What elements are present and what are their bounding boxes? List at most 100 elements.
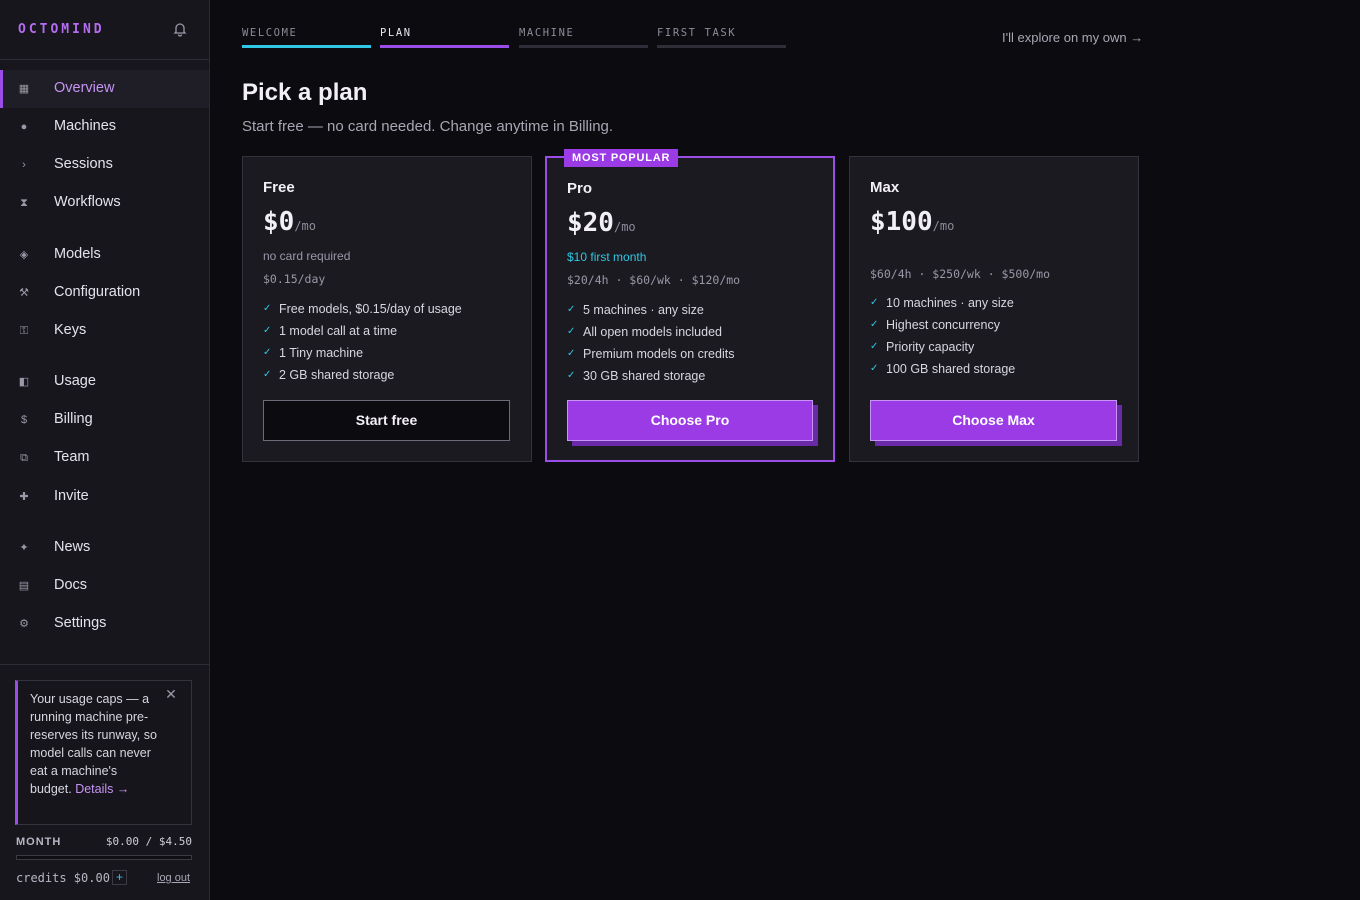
team-icon: ⧉ [20,452,28,464]
sidebar-item-label: Workflows [54,194,121,210]
add-credits-button[interactable]: + [112,870,127,885]
feature-item: ✓ 1 model call at a time [263,320,462,342]
check-icon: ✓ [263,347,272,358]
most-popular-badge: MOST POPULAR [564,149,679,167]
credits-balance: credits $0.00 [16,871,110,885]
notice-text: Your usage caps — a running machine pre-… [30,690,158,798]
bell-icon[interactable] [172,21,188,37]
feature-text: 2 GB shared storage [279,368,395,382]
page-title: Pick a plan [242,79,368,106]
notice-details-link[interactable]: Details → [75,782,129,796]
feature-item: ✓ Priority capacity [870,336,1015,358]
feature-item: ✓ Premium models on credits [567,343,734,365]
dollar-icon: $ [20,414,28,426]
step-progress-bar [519,45,648,48]
step-plan[interactable]: PLAN [380,27,509,51]
diamond-icon: ◈ [19,249,29,261]
sidebar-item-label: Keys [54,322,87,338]
notice-body: Your usage caps — a running machine pre-… [30,692,157,796]
step-label: MACHINE [519,27,575,39]
key-icon: ⚿ [19,325,29,337]
plan-card-pro: MOST POPULAR Pro $20/mo $10 first month … [545,149,835,462]
feature-item: ✓ 2 GB shared storage [263,364,462,386]
month-label: MONTH [16,836,62,848]
chevron-right-icon: › [22,159,26,171]
plan-note: no card required [263,249,351,263]
plan-name: Pro [567,180,593,197]
check-icon: ✓ [567,304,576,315]
price-amount: $20 [567,208,614,238]
feature-text: 30 GB shared storage [583,369,706,383]
sidebar-item-sessions[interactable]: › Sessions [0,146,209,184]
sidebar-item-team[interactable]: ⧉ Team [0,439,209,477]
feature-text: 10 machines · any size [886,296,1014,310]
start-free-button[interactable]: Start free [263,400,510,441]
logo: OCTOMIND [18,22,105,37]
step-progress-bar [242,45,371,48]
feature-item: ✓ 5 machines · any size [567,299,734,321]
plan-price: $0/mo [263,207,316,237]
sidebar: OCTOMIND ▦ Overview ● Machines › Session… [0,0,210,900]
sidebar-item-settings[interactable]: ⚙ Settings [0,605,209,643]
sidebar-item-keys[interactable]: ⚿ Keys [0,312,209,350]
feature-list: ✓ Free models, $0.15/day of usage ✓ 1 mode… [263,298,462,386]
check-icon: ✓ [567,370,576,381]
month-spend-bar [16,855,192,860]
feature-text: Premium models on credits [583,347,735,361]
feature-text: 1 model call at a time [279,324,398,338]
tools-icon: ⚒ [19,287,29,299]
feature-text: All open models included [583,325,722,339]
logout-link[interactable]: log out [157,872,190,884]
step-welcome[interactable]: WELCOME [242,27,371,51]
step-label: WELCOME [242,27,298,39]
step-progress-bar [657,45,786,48]
sidebar-item-label: Settings [54,615,107,631]
price-unit: /mo [294,219,316,233]
sidebar-item-docs[interactable]: ▤ Docs [0,567,209,605]
feature-item: ✓ Highest concurrency [870,314,1015,336]
main-content: WELCOME PLAN MACHINE FIRST TASK I'll exp… [242,0,1360,900]
check-icon: ✓ [870,363,879,374]
plan-promo: $10 first month [567,250,647,264]
sidebar-item-usage[interactable]: ◧ Usage [0,363,209,401]
sidebar-item-label: Sessions [54,156,113,172]
sidebar-item-label: Usage [54,373,96,389]
plan-price: $20/mo [567,208,636,238]
feature-text: Highest concurrency [886,318,1000,332]
gear-icon: ⚙ [19,618,29,630]
check-icon: ✓ [263,369,272,380]
plan-card-free: Free $0/mo no card required $0.15/day ✓ F… [242,156,532,462]
sidebar-item-news[interactable]: ✦ News [0,529,209,567]
sidebar-item-models[interactable]: ◈ Models [0,236,209,274]
sidebar-item-invite[interactable]: ✚ Invite [0,478,209,516]
sidebar-item-configuration[interactable]: ⚒ Configuration [0,274,209,312]
feature-text: 1 Tiny machine [279,346,364,360]
sidebar-item-machines[interactable]: ● Machines [0,108,209,146]
plan-rates: $0.15/day [263,272,326,286]
sidebar-item-overview[interactable]: ▦ Overview [0,70,209,108]
sparkle-icon: ✦ [19,542,29,554]
hourglass-icon: ⧗ [20,197,28,209]
step-first-task[interactable]: FIRST TASK [657,27,786,51]
choose-pro-button[interactable]: Choose Pro [567,400,813,441]
sidebar-item-workflows[interactable]: ⧗ Workflows [0,184,209,222]
feature-list: ✓ 10 machines · any size ✓ Highest concurr… [870,292,1015,380]
sidebar-item-label: Docs [54,577,88,593]
choose-max-button[interactable]: Choose Max [870,400,1117,441]
price-amount: $100 [870,207,933,237]
sidebar-item-billing[interactable]: $ Billing [0,401,209,439]
close-icon[interactable]: ✕ [164,687,178,701]
step-progress-bar [380,45,509,48]
plan-card-max: Max $100/mo $60/4h · $250/wk · $500/mo ✓… [849,156,1139,462]
feature-item: ✓ Free models, $0.15/day of usage [263,298,462,320]
step-machine[interactable]: MACHINE [519,27,648,51]
price-amount: $0 [263,207,295,237]
price-unit: /mo [613,220,636,234]
brand-header: OCTOMIND [0,0,209,60]
feature-item: ✓ All open models included [567,321,734,343]
explore-on-own-link[interactable]: I'll explore on my own → [1002,30,1143,45]
grid-icon: ▦ [18,83,30,95]
check-icon: ✓ [567,326,576,337]
feature-text: 100 GB shared storage [886,362,1016,376]
feature-item: ✓ 10 machines · any size [870,292,1015,314]
